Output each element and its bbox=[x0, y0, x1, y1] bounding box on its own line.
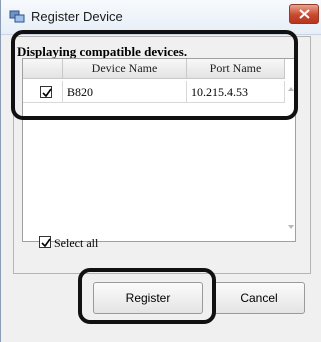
window-title: Register Device bbox=[31, 9, 123, 24]
close-button[interactable] bbox=[289, 4, 319, 24]
cancel-button[interactable]: Cancel bbox=[213, 282, 305, 314]
register-device-app-icon bbox=[9, 9, 25, 23]
highlight-outline-list bbox=[11, 30, 298, 120]
register-device-dialog: Register Device Displaying compatible de… bbox=[0, 0, 321, 342]
select-all-label[interactable]: Select all bbox=[54, 236, 98, 251]
checkmark-icon bbox=[41, 238, 51, 248]
scroll-down-icon[interactable] bbox=[288, 225, 294, 229]
highlight-outline-register bbox=[78, 268, 216, 324]
close-icon bbox=[299, 9, 310, 19]
select-all-checkbox[interactable] bbox=[39, 236, 51, 248]
